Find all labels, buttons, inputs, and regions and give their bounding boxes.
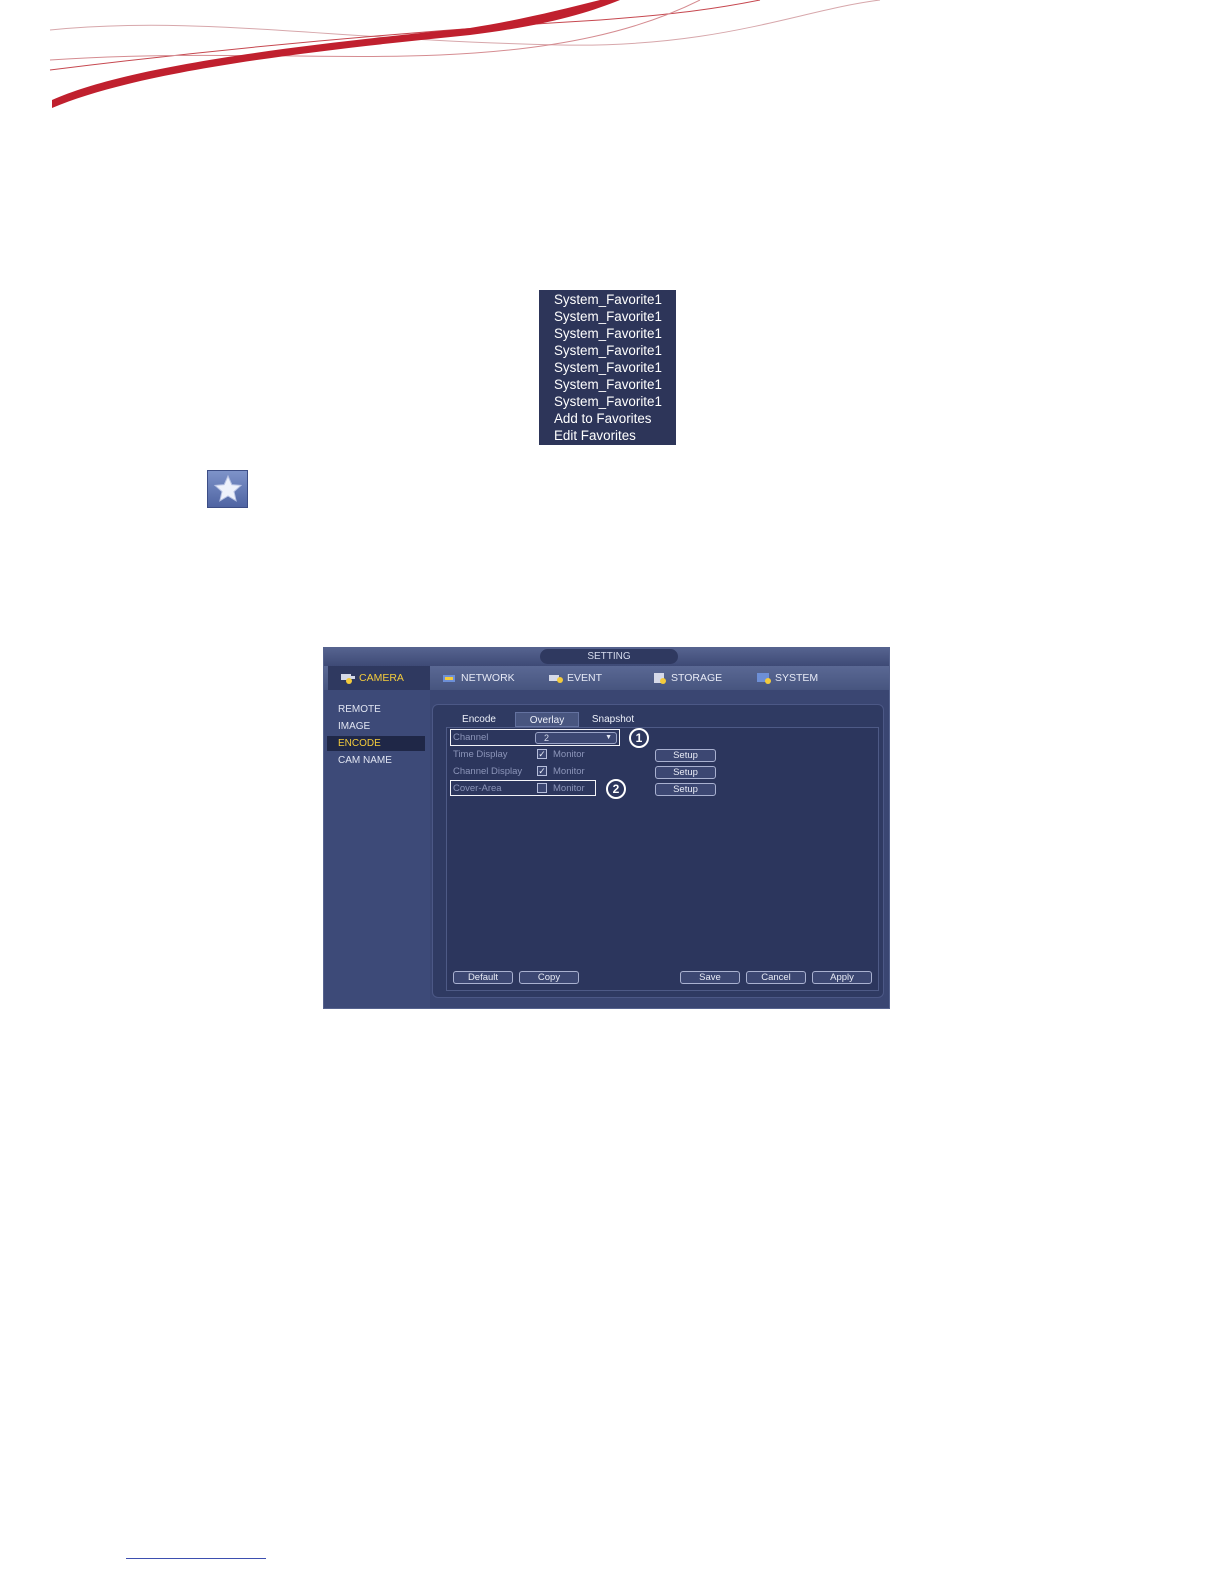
nav-tab-label: STORAGE <box>671 672 723 684</box>
nav-tab-storage[interactable]: STORAGE <box>652 666 722 690</box>
channel-display-checkbox[interactable]: ✓ <box>537 766 547 776</box>
nav-tab-network[interactable]: NETWORK <box>442 666 515 690</box>
settings-window: SETTING CAMERA NETWORK EVENT STORAGE SYS… <box>323 647 890 1009</box>
channel-display-setup-button[interactable]: Setup <box>655 766 716 779</box>
sidebar-item-cam-name[interactable]: CAM NAME <box>327 753 425 768</box>
save-button[interactable]: Save <box>680 971 740 984</box>
nav-tab-label: CAMERA <box>359 672 404 684</box>
tab-encode[interactable]: Encode <box>448 712 510 727</box>
time-display-checkbox[interactable]: ✓ <box>537 749 547 759</box>
top-nav: CAMERA NETWORK EVENT STORAGE SYSTEM <box>324 666 889 690</box>
settings-title: SETTING <box>540 649 678 664</box>
nav-tab-system[interactable]: SYSTEM <box>756 666 818 690</box>
apply-button[interactable]: Apply <box>812 971 872 984</box>
left-sidebar: REMOTE IMAGE ENCODE CAM NAME <box>324 690 430 1008</box>
tab-overlay[interactable]: Overlay <box>515 712 579 727</box>
favorites-menu-item[interactable]: System_Favorite1 <box>539 376 676 393</box>
time-display-monitor-label: Monitor <box>553 749 585 760</box>
favorites-menu-item[interactable]: System_Favorite1 <box>539 342 676 359</box>
header-swoosh-decoration <box>49 0 881 108</box>
nav-tab-label: NETWORK <box>461 672 515 684</box>
favorites-menu: System_Favorite1 System_Favorite1 System… <box>539 290 676 445</box>
favorites-menu-item[interactable]: System_Favorite1 <box>539 308 676 325</box>
cover-area-highlight-box <box>450 780 596 796</box>
callout-number-1: 1 <box>629 728 649 748</box>
footer-link-underline[interactable] <box>126 1558 266 1559</box>
sidebar-item-encode[interactable]: ENCODE <box>327 736 425 751</box>
sidebar-item-remote[interactable]: REMOTE <box>327 702 425 717</box>
nav-tab-label: EVENT <box>567 672 603 684</box>
favorites-menu-item[interactable]: System_Favorite1 <box>539 291 676 308</box>
star-icon <box>213 474 242 502</box>
edit-favorites-item[interactable]: Edit Favorites <box>539 427 676 444</box>
default-button[interactable]: Default <box>453 971 513 984</box>
favorites-star-button[interactable] <box>207 470 248 508</box>
add-to-favorites-item[interactable]: Add to Favorites <box>539 410 676 427</box>
settings-header: SETTING <box>324 648 889 666</box>
sidebar-item-image[interactable]: IMAGE <box>327 719 425 734</box>
camera-icon <box>341 674 355 684</box>
time-display-label: Time Display <box>453 749 508 760</box>
nav-tab-event[interactable]: EVENT <box>548 666 602 690</box>
favorites-menu-item[interactable]: System_Favorite1 <box>539 325 676 342</box>
time-display-setup-button[interactable]: Setup <box>655 749 716 762</box>
event-icon <box>549 675 563 683</box>
favorites-menu-item[interactable]: System_Favorite1 <box>539 393 676 410</box>
callout-number-2: 2 <box>606 779 626 799</box>
cancel-button[interactable]: Cancel <box>746 971 806 984</box>
channel-display-label: Channel Display <box>453 766 523 777</box>
storage-icon <box>654 673 666 684</box>
nav-tab-camera[interactable]: CAMERA <box>328 666 430 690</box>
nav-tab-label: SYSTEM <box>775 672 819 684</box>
system-icon <box>757 673 771 684</box>
tab-snapshot[interactable]: Snapshot <box>581 712 645 727</box>
network-icon <box>443 675 455 682</box>
copy-button[interactable]: Copy <box>519 971 579 984</box>
favorites-menu-item[interactable]: System_Favorite1 <box>539 359 676 376</box>
channel-highlight-box <box>450 729 620 746</box>
channel-display-monitor-label: Monitor <box>553 766 585 777</box>
cover-area-setup-button[interactable]: Setup <box>655 783 716 796</box>
